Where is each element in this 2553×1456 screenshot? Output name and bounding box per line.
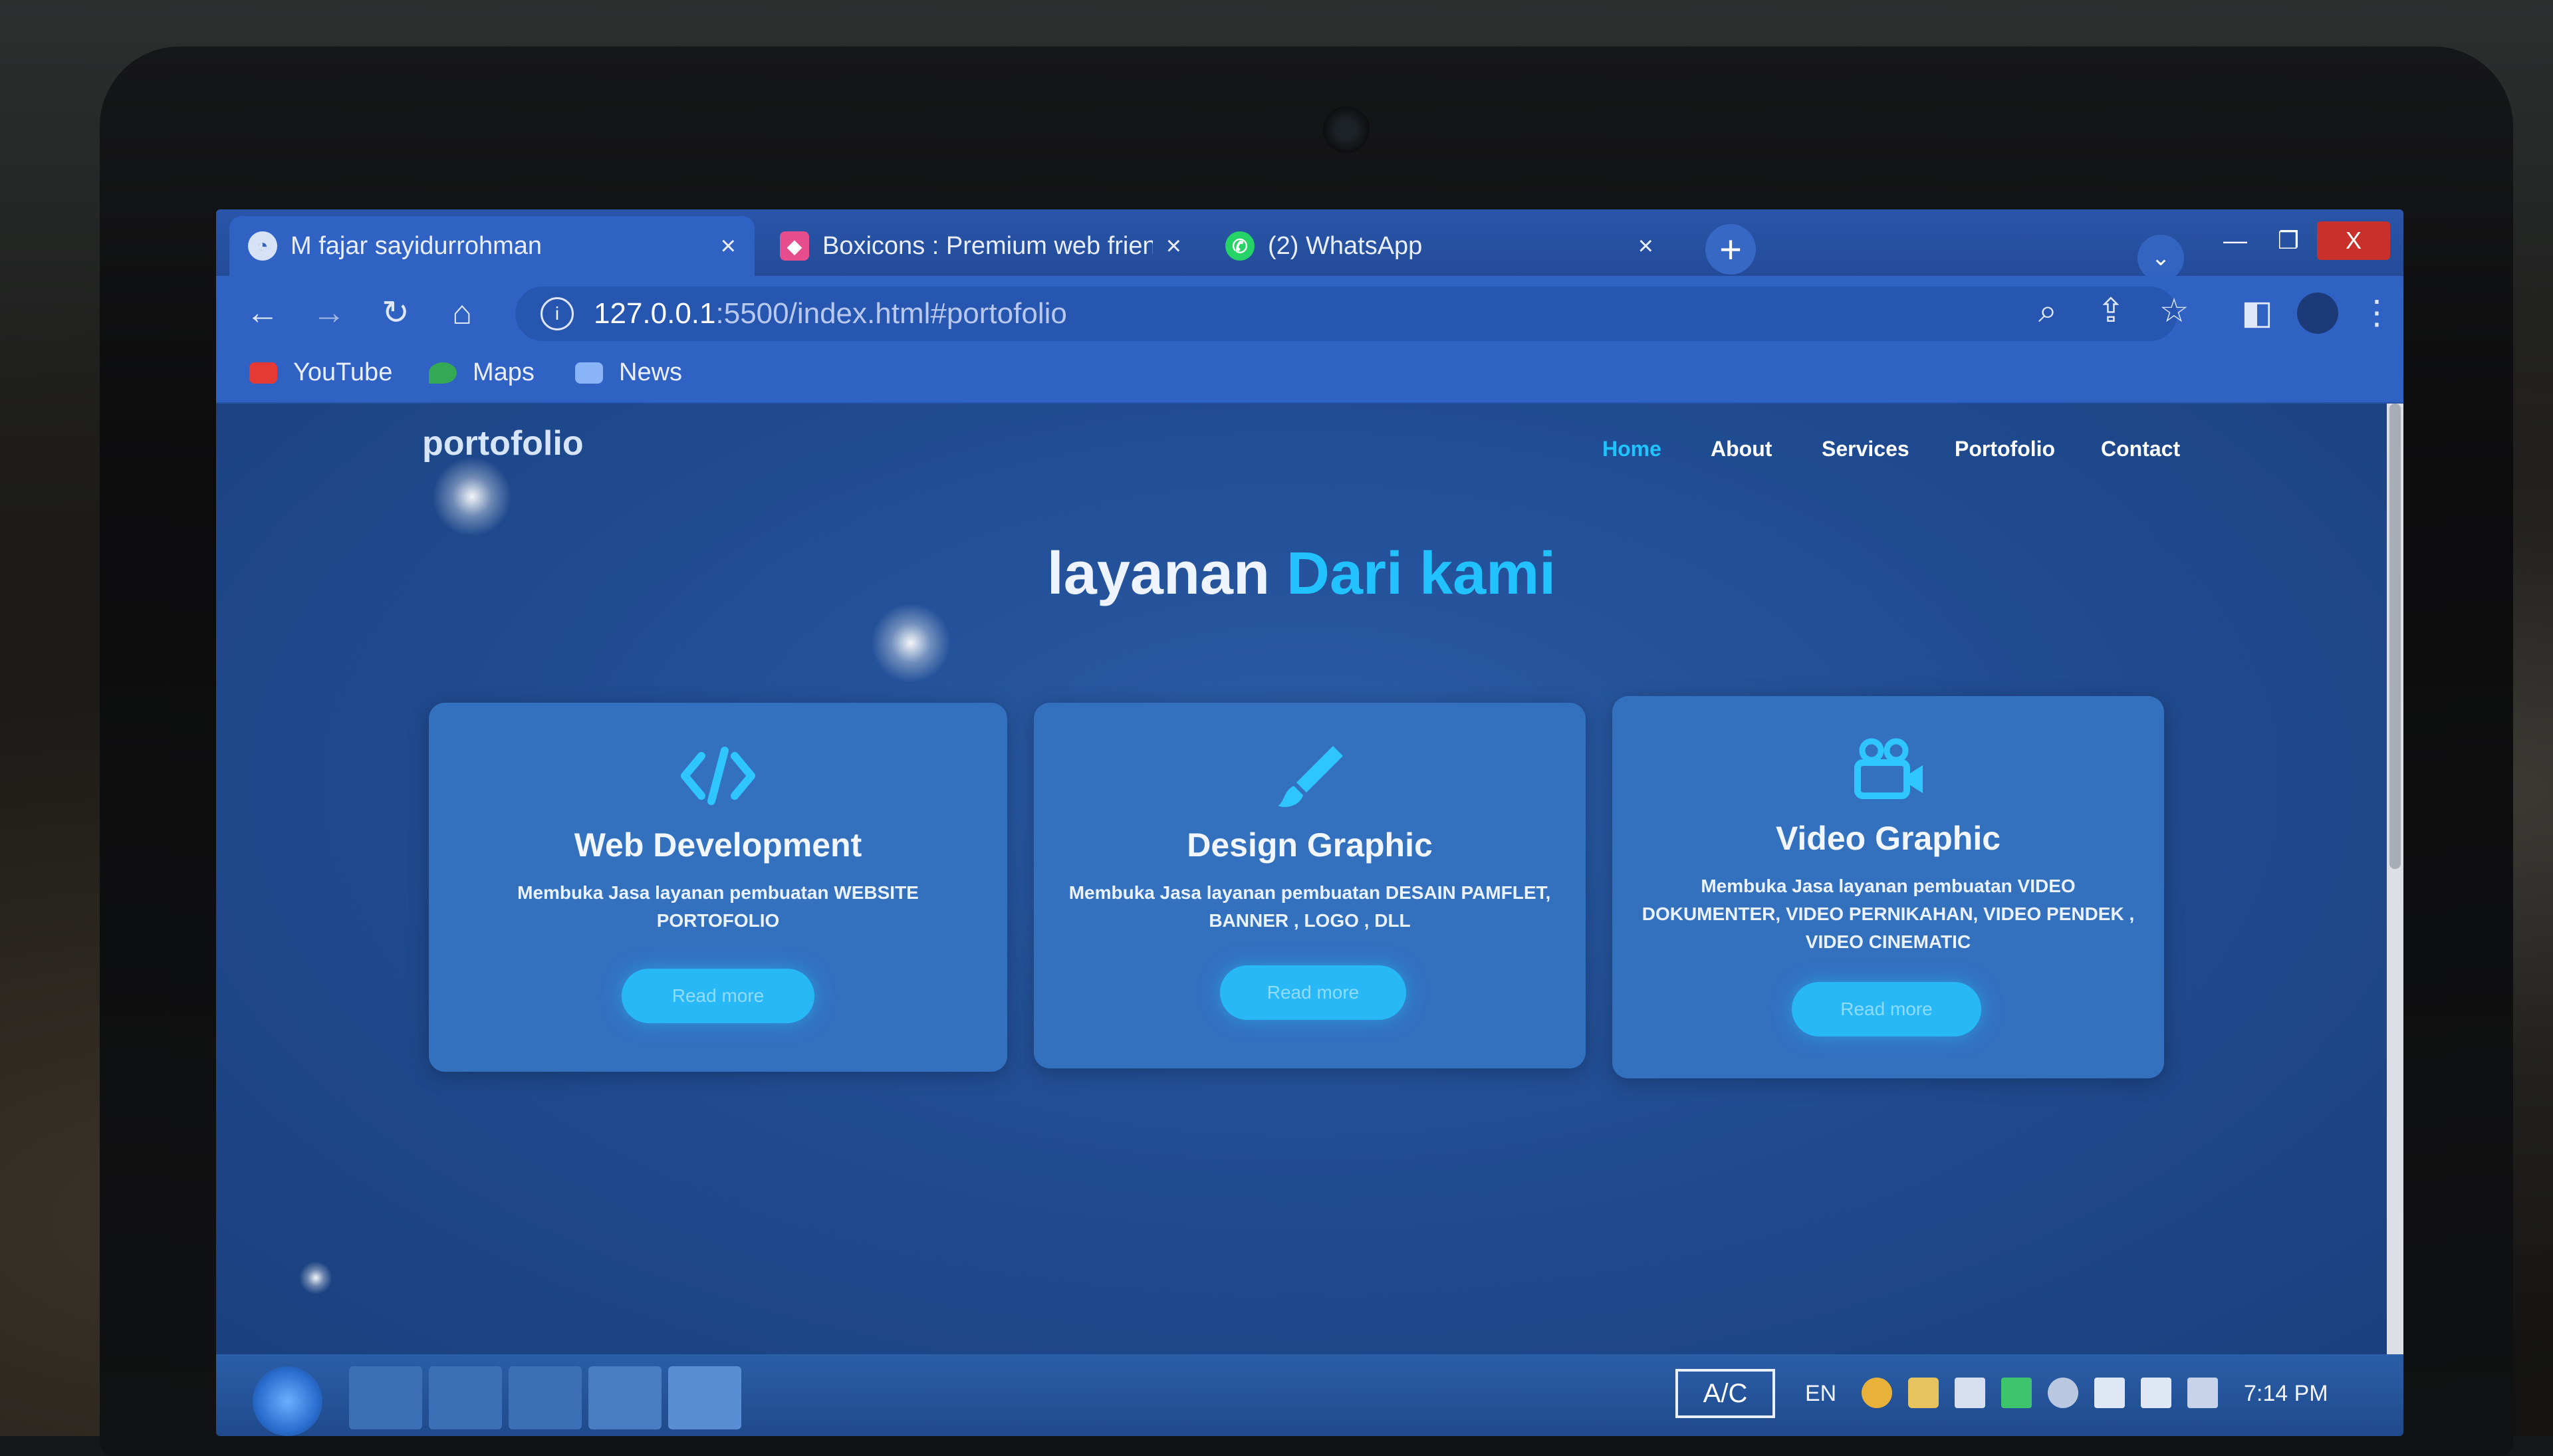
reload-icon[interactable]: ↻ xyxy=(376,293,416,332)
minimize-button[interactable]: — xyxy=(2211,221,2260,260)
firefox-taskbar-button[interactable] xyxy=(429,1366,502,1429)
nav-portofolio[interactable]: Portofolio xyxy=(1955,437,2055,461)
tab-whatsapp[interactable]: ✆ (2) WhatsApp × xyxy=(1207,216,1672,276)
close-tab-icon[interactable]: × xyxy=(1638,231,1653,261)
boxicons-logo-icon: ◆ xyxy=(780,231,809,261)
page-viewport: portofolio Home About Services Portofoli… xyxy=(216,404,2387,1354)
light-reflection xyxy=(432,457,512,537)
bookmark-news[interactable]: News xyxy=(575,358,682,387)
tab-search-button[interactable]: ⌄ xyxy=(2137,235,2184,281)
nav-about[interactable]: About xyxy=(1711,437,1772,461)
bookmark-label: YouTube xyxy=(293,358,393,386)
chrome-active-taskbar-button[interactable] xyxy=(668,1366,741,1429)
bookmark-maps[interactable]: Maps xyxy=(429,358,535,387)
whatsapp-icon: ✆ xyxy=(1225,231,1255,261)
video-camera-icon xyxy=(1612,736,2164,802)
brush-icon xyxy=(1034,739,1586,812)
read-more-button[interactable]: Read more xyxy=(1220,965,1406,1020)
heading-accent: Dari kami xyxy=(1286,541,1556,607)
card-description: Membuka Jasa layanan pembuatan DESAIN PA… xyxy=(1068,882,1551,931)
site-logo[interactable]: portofolio xyxy=(422,424,584,463)
ime-indicator[interactable]: A/C xyxy=(1675,1369,1775,1418)
news-icon xyxy=(575,362,603,384)
zoom-icon[interactable]: ⌕ xyxy=(2028,291,2068,330)
network-icon[interactable] xyxy=(2048,1378,2078,1408)
tray-triangle-icon[interactable] xyxy=(2001,1378,2032,1408)
home-icon[interactable]: ⌂ xyxy=(442,293,482,332)
service-card-design: Design Graphic Membuka Jasa layanan pemb… xyxy=(1034,703,1586,1068)
close-window-button[interactable]: X xyxy=(2317,221,2390,260)
light-reflection xyxy=(299,1261,332,1294)
url-host: 127.0.0.1 xyxy=(594,297,716,330)
card-title: Web Development xyxy=(574,826,862,864)
tab-portfolio[interactable]: ◔ M fajar sayidurrohman × xyxy=(229,216,755,276)
globe-icon: ◔ xyxy=(248,231,277,261)
bookmark-label: News xyxy=(619,358,683,386)
bookmarks-bar: YouTube Maps News xyxy=(216,349,2403,404)
light-reflection xyxy=(871,603,951,683)
signal-icon[interactable] xyxy=(2187,1378,2218,1408)
explorer-taskbar-button[interactable] xyxy=(349,1366,422,1429)
profile-avatar[interactable] xyxy=(2297,293,2338,334)
system-clock[interactable]: 7:14 PM xyxy=(2244,1381,2328,1407)
service-card-web: Web Development Membuka Jasa layanan pem… xyxy=(429,703,1007,1072)
card-description: Membuka Jasa layanan pembuatan WEBSITE P… xyxy=(517,882,919,931)
tray-app-icon[interactable] xyxy=(1862,1378,1892,1408)
menu-icon[interactable]: ⋮ xyxy=(2357,293,2397,332)
card-title: Design Graphic xyxy=(1187,826,1433,864)
close-tab-icon[interactable]: × xyxy=(1166,231,1181,261)
url-path: :5500/index.html#portofolio xyxy=(715,297,1067,330)
tab-title: (2) WhatsApp xyxy=(1268,231,1423,260)
volume-icon[interactable] xyxy=(2094,1378,2125,1408)
action-center-flag-icon[interactable] xyxy=(1955,1378,1985,1408)
back-icon[interactable]: ← xyxy=(243,293,283,332)
address-bar[interactable]: i 127.0.0.1 :5500/index.html#portofolio xyxy=(515,287,2177,341)
new-tab-button[interactable]: + xyxy=(1705,224,1756,275)
nav-home[interactable]: Home xyxy=(1602,437,1661,461)
card-title: Video Graphic xyxy=(1775,820,2001,857)
maps-icon xyxy=(429,362,457,384)
nav-contact[interactable]: Contact xyxy=(2101,437,2180,461)
read-more-button[interactable]: Read more xyxy=(622,969,814,1023)
side-panel-icon[interactable]: ◧ xyxy=(2237,293,2277,332)
laptop-screen: ◔ M fajar sayidurrohman × ◆ Boxicons : P… xyxy=(216,209,2403,1436)
chrome-taskbar-button[interactable] xyxy=(509,1366,582,1429)
tab-boxicons[interactable]: ◆ Boxicons : Premium web friendly × xyxy=(761,216,1200,276)
section-heading: layanan Dari kami xyxy=(216,540,2387,608)
tab-strip: ◔ M fajar sayidurrohman × ◆ Boxicons : P… xyxy=(216,209,2403,281)
battery-icon[interactable] xyxy=(2141,1378,2171,1408)
code-icon xyxy=(429,743,1007,809)
windows-taskbar: A/C EN 7:14 PM xyxy=(216,1354,2403,1436)
webcam xyxy=(1323,106,1370,153)
card-description: Membuka Jasa layanan pembuatan VIDEO DOK… xyxy=(1641,876,2135,952)
read-more-button[interactable]: Read more xyxy=(1792,982,1981,1036)
scrollbar-thumb[interactable] xyxy=(2389,404,2401,869)
bookmark-label: Maps xyxy=(473,358,535,386)
heading-main: layanan xyxy=(1046,541,1286,607)
forward-icon[interactable]: → xyxy=(309,293,349,332)
site-info-icon[interactable]: i xyxy=(541,297,574,330)
tab-title: M fajar sayidurrohman xyxy=(291,231,543,260)
bookmark-youtube[interactable]: YouTube xyxy=(249,358,392,387)
language-indicator[interactable]: EN xyxy=(1805,1381,1836,1407)
tab-title: Boxicons : Premium web friendly xyxy=(822,231,1153,260)
share-icon[interactable]: ⇪ xyxy=(2091,291,2131,330)
bookmark-star-icon[interactable]: ☆ xyxy=(2154,291,2194,330)
service-card-video: Video Graphic Membuka Jasa layanan pembu… xyxy=(1612,696,2164,1078)
maximize-button[interactable]: ❐ xyxy=(2264,221,2313,260)
close-tab-icon[interactable]: × xyxy=(721,231,736,261)
start-button[interactable] xyxy=(253,1366,322,1436)
browser-toolbar: ← → ↻ ⌂ i 127.0.0.1 :5500/index.html#por… xyxy=(216,276,2403,349)
youtube-icon xyxy=(249,362,277,384)
vscode-taskbar-button[interactable] xyxy=(588,1366,662,1429)
tray-folder-icon[interactable] xyxy=(1908,1378,1939,1408)
page-scrollbar[interactable] xyxy=(2387,404,2403,1354)
nav-services[interactable]: Services xyxy=(1822,437,1909,461)
